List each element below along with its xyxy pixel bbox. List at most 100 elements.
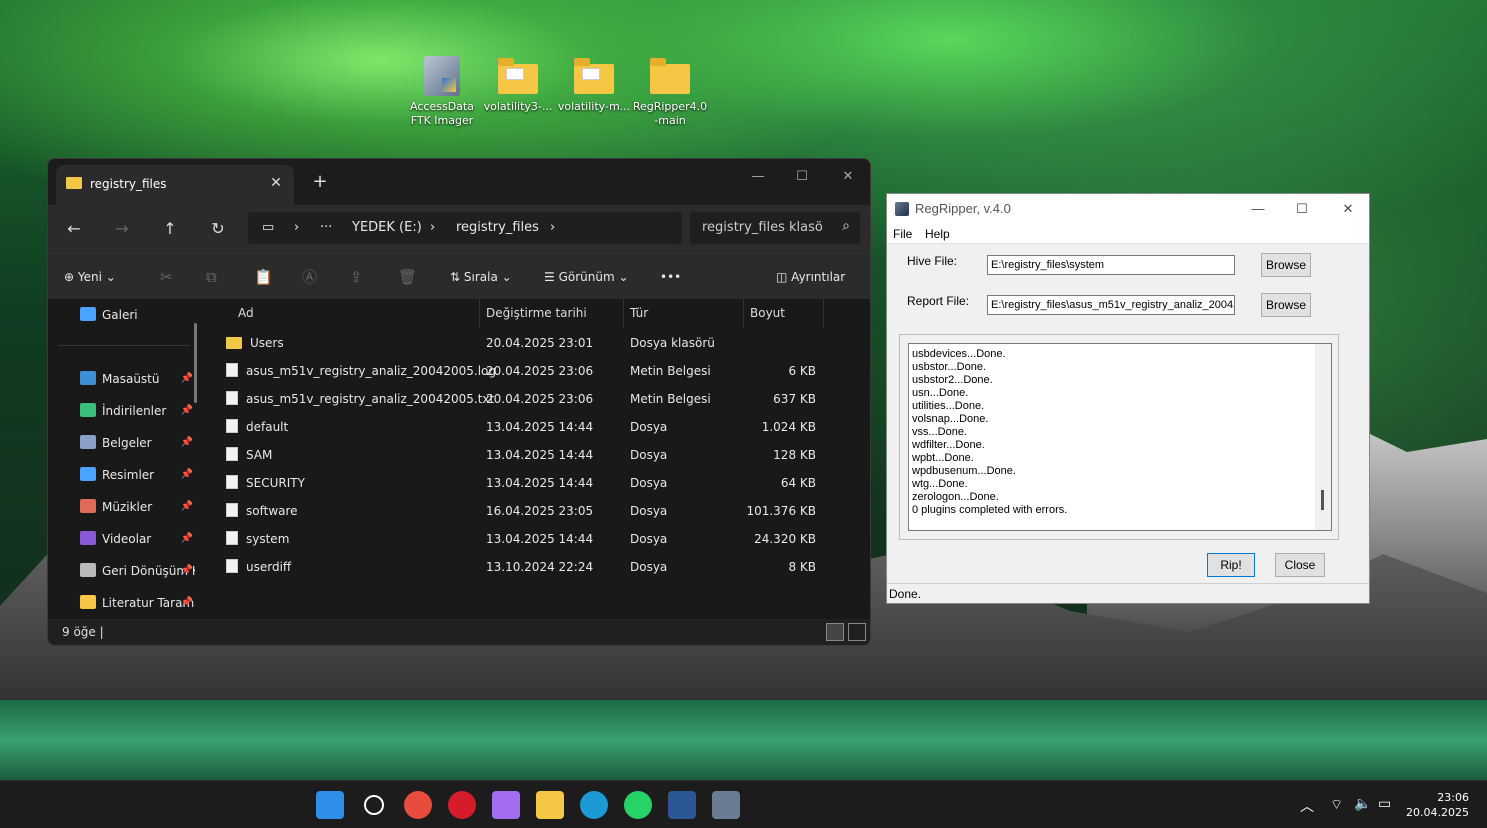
menu-help[interactable]: Help bbox=[925, 227, 950, 241]
new-button[interactable]: ⊕ Yeni ⌄ bbox=[64, 266, 116, 288]
sidebar-item[interactable]: Müzikler 📌 bbox=[80, 497, 195, 517]
file-row[interactable]: SAM 13.04.2025 14:44 Dosya 128 KB bbox=[206, 441, 870, 469]
copy-icon[interactable]: ⧉ bbox=[206, 266, 217, 288]
refresh-icon[interactable]: ↻ bbox=[204, 215, 232, 243]
desktop-icon-volatility3[interactable]: volatility3-... bbox=[480, 56, 556, 114]
up-arrow-icon[interactable]: ↑ bbox=[156, 215, 184, 243]
new-tab-button[interactable]: + bbox=[308, 171, 332, 195]
whatsapp-icon[interactable] bbox=[624, 791, 652, 819]
sidebar-scrollbar[interactable] bbox=[194, 323, 197, 403]
tab-close-icon[interactable]: ✕ bbox=[266, 173, 286, 193]
menu-file[interactable]: File bbox=[893, 227, 912, 241]
share-icon[interactable]: ⇪ bbox=[350, 266, 363, 288]
file-row[interactable]: SECURITY 13.04.2025 14:44 Dosya 64 KB bbox=[206, 469, 870, 497]
column-header-type[interactable]: Tür bbox=[624, 299, 744, 327]
copilot-icon[interactable] bbox=[492, 791, 520, 819]
file-row[interactable]: userdiff 13.10.2024 22:24 Dosya 8 KB bbox=[206, 553, 870, 581]
log-scrollbar[interactable] bbox=[1315, 344, 1331, 530]
more-options-icon[interactable]: ••• bbox=[660, 266, 681, 288]
sidebar-item[interactable]: Masaüstü 📌 bbox=[80, 369, 195, 389]
file-icon bbox=[226, 475, 238, 489]
file-row[interactable]: Users 20.04.2025 23:01 Dosya klasörü bbox=[206, 329, 870, 357]
hive-browse-button[interactable]: Browse bbox=[1261, 253, 1311, 277]
view-button[interactable]: ☰ Görünüm ⌄ bbox=[544, 266, 629, 288]
file-name: default bbox=[246, 420, 289, 434]
pin-icon[interactable]: 📌 bbox=[181, 529, 193, 549]
file-row[interactable]: asus_m51v_registry_analiz_20042005.log 20… bbox=[206, 357, 870, 385]
delete-icon[interactable]: 🗑 bbox=[398, 266, 417, 288]
column-header-date[interactable]: Değiştirme tarihi bbox=[480, 299, 624, 327]
sidebar-item[interactable]: Belgeler 📌 bbox=[80, 433, 195, 453]
file-row[interactable]: default 13.04.2025 14:44 Dosya 1.024 KB bbox=[206, 413, 870, 441]
pin-icon[interactable]: 📌 bbox=[181, 369, 193, 389]
wifi-icon[interactable]: ⌔ bbox=[1330, 796, 1343, 814]
hive-file-input[interactable]: E:\registry_files\system bbox=[987, 255, 1235, 275]
address-bar[interactable]: ▭ › ··· YEDEK (E:) › registry_files › bbox=[248, 212, 682, 244]
sidebar-item[interactable]: İndirilenler 📌 bbox=[80, 401, 195, 421]
close-button[interactable]: ✕ bbox=[830, 163, 866, 191]
breadcrumb-drive[interactable]: YEDEK (E:) bbox=[352, 220, 422, 235]
minimize-button[interactable]: — bbox=[740, 163, 776, 191]
scrollbar-thumb[interactable] bbox=[1321, 490, 1324, 510]
sidebar-item[interactable]: Geri Dönüşüm Kutusu📌 bbox=[80, 561, 195, 581]
clock[interactable]: 23:06 20.04.2025 bbox=[1406, 790, 1469, 820]
pin-icon[interactable]: 📌 bbox=[181, 497, 193, 517]
search-input[interactable]: registry_files klasörü ⌕ bbox=[690, 212, 860, 244]
details-pane-button[interactable]: ◫ Ayrıntılar bbox=[776, 266, 845, 288]
desktop-icon-volatility[interactable]: volatility-m... bbox=[556, 56, 632, 114]
sidebar-item[interactable]: Resimler 📌 bbox=[80, 465, 195, 485]
breadcrumb-more-icon[interactable]: ··· bbox=[320, 220, 332, 235]
file-row[interactable]: system 13.04.2025 14:44 Dosya 24.320 KB bbox=[206, 525, 870, 553]
report-file-input[interactable]: E:\registry_files\asus_m51v_registry_ana… bbox=[987, 295, 1235, 315]
details-view-icon[interactable] bbox=[826, 623, 844, 641]
pin-icon[interactable]: 📌 bbox=[181, 593, 193, 613]
tiles-view-icon[interactable] bbox=[848, 623, 866, 641]
chrome-icon[interactable] bbox=[404, 791, 432, 819]
cut-icon[interactable]: ✂ bbox=[160, 266, 173, 288]
report-browse-button[interactable]: Browse bbox=[1261, 293, 1311, 317]
maximize-button[interactable]: ☐ bbox=[784, 163, 820, 191]
tray-chevron-icon[interactable]: ︿ bbox=[1300, 796, 1314, 816]
sidebar-item[interactable]: Videolar 📌 bbox=[80, 529, 195, 549]
rename-icon[interactable]: Ⓐ bbox=[302, 266, 317, 288]
file-row[interactable]: software 16.04.2025 23:05 Dosya 101.376 KB bbox=[206, 497, 870, 525]
file-type: Dosya bbox=[630, 560, 668, 574]
forward-arrow-icon[interactable]: → bbox=[108, 215, 136, 243]
column-header-name[interactable]: Ad bbox=[206, 299, 480, 327]
minimize-button[interactable]: — bbox=[1241, 198, 1275, 220]
start-icon[interactable] bbox=[316, 791, 344, 819]
breadcrumb-folder[interactable]: registry_files bbox=[456, 220, 539, 235]
volume-icon[interactable]: 🔈 bbox=[1354, 796, 1371, 812]
sidebar-item[interactable]: Galeri bbox=[80, 305, 195, 325]
file-row[interactable]: asus_m51v_registry_analiz_20042005.txt 20… bbox=[206, 385, 870, 413]
column-header-size[interactable]: Boyut bbox=[744, 299, 824, 327]
regripper-icon[interactable] bbox=[712, 791, 740, 819]
explorer-tab[interactable]: registry_files ✕ bbox=[56, 165, 294, 205]
search-icon[interactable] bbox=[364, 795, 384, 815]
desktop-icon-regripper[interactable]: RegRipper4.0 -main bbox=[632, 56, 708, 128]
log-line: usbstor2...Done. bbox=[912, 374, 993, 386]
log-output[interactable]: usbdevices...Done. usbstor...Done. usbstor… bbox=[908, 343, 1332, 531]
opera-icon[interactable] bbox=[448, 791, 476, 819]
close-button[interactable]: ✕ bbox=[1331, 198, 1365, 220]
edge-icon[interactable] bbox=[580, 791, 608, 819]
file-size: 1.024 KB bbox=[761, 420, 816, 434]
file-explorer-icon[interactable] bbox=[536, 791, 564, 819]
pin-icon[interactable]: 📌 bbox=[181, 561, 193, 581]
pin-icon[interactable]: 📌 bbox=[181, 433, 193, 453]
word-icon[interactable] bbox=[668, 791, 696, 819]
log-line: volsnap...Done. bbox=[912, 413, 989, 425]
battery-icon[interactable]: ▭ bbox=[1378, 796, 1391, 812]
maximize-button[interactable]: ☐ bbox=[1285, 198, 1319, 220]
sort-button[interactable]: ⇅ Sırala ⌄ bbox=[450, 266, 512, 288]
close-dialog-button[interactable]: Close bbox=[1275, 553, 1325, 577]
back-arrow-icon[interactable]: ← bbox=[60, 215, 88, 243]
sidebar-item[interactable]: Literatur Tarama 📌 bbox=[80, 593, 195, 613]
chevron-down-icon: ⌄ bbox=[618, 270, 629, 284]
desktop-icon-ftk-imager[interactable]: AccessData FTK Imager bbox=[404, 56, 480, 128]
pin-icon[interactable]: 📌 bbox=[181, 465, 193, 485]
file-icon bbox=[226, 363, 238, 377]
pin-icon[interactable]: 📌 bbox=[181, 401, 193, 421]
paste-icon[interactable]: 📋 bbox=[254, 266, 273, 288]
rip-button[interactable]: Rip! bbox=[1207, 553, 1255, 577]
